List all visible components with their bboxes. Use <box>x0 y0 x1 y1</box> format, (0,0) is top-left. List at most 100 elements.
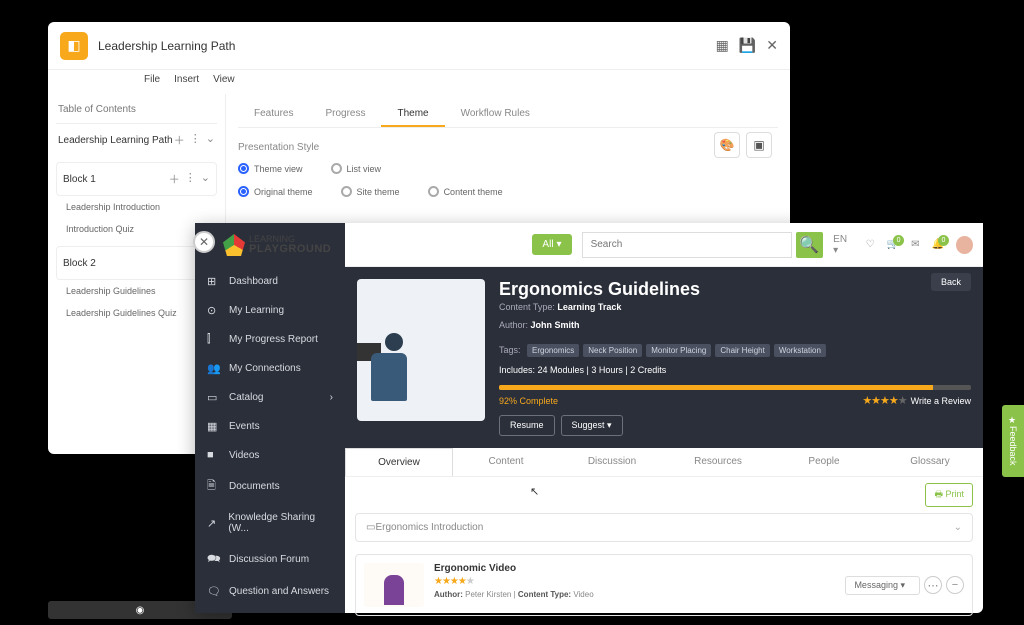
block-item[interactable]: Leadership Guidelines <box>56 280 217 302</box>
save-icon[interactable]: 💾 <box>739 37 756 54</box>
content-item: Ergonomic Video ★★★★★ Author: Peter Kirs… <box>355 554 973 616</box>
close-button[interactable]: ✕ <box>193 231 215 253</box>
mail-icon[interactable]: ✉ <box>911 239 919 250</box>
palette-icon[interactable]: 🎨 <box>714 132 740 158</box>
block-1[interactable]: Block 1 ＋⋮⌄ <box>56 162 217 196</box>
tags-line: Tags: ErgonomicsNeck PositionMonitor Pla… <box>499 338 971 357</box>
lang-selector[interactable]: EN ▾ <box>833 234 854 256</box>
tab-workflow[interactable]: Workflow Rules <box>445 102 546 127</box>
path-row[interactable]: Leadership Learning Path ＋⋮⌄ <box>56 124 217 156</box>
tag[interactable]: Chair Height <box>715 344 769 357</box>
add-icon[interactable]: ＋ <box>169 171 180 187</box>
sidebar-item-2[interactable]: ⫿My Progress Report <box>195 325 345 354</box>
sidebar-item-10[interactable]: 🗨Question and Answers <box>195 577 345 606</box>
item-meta: Author: Peter Kirsten | Content Type: Vi… <box>434 590 835 599</box>
sidebar-item-7[interactable]: 🗎Documents <box>195 469 345 504</box>
tag[interactable]: Ergonomics <box>527 344 579 357</box>
course-title: Ergonomics Guidelines <box>499 279 971 300</box>
editor-title: Leadership Learning Path <box>98 39 235 53</box>
block-2[interactable]: Block 2 ＋ <box>56 246 217 280</box>
item-stars: ★★★★★ <box>434 576 835 587</box>
radio-list-view[interactable]: List view <box>331 163 382 174</box>
playground-window: ✕ LEARNINGPLAYGROUND ⊞Dashboard⊙My Learn… <box>195 223 983 613</box>
all-dropdown[interactable]: All ▾ <box>532 234 571 255</box>
toc-title: Table of Contents <box>56 100 217 124</box>
course-hero: Ergonomics Guidelines Content Type: Lear… <box>345 267 983 448</box>
chevron-right-icon: › <box>330 392 333 403</box>
search-button[interactable]: 🔍 <box>796 232 824 258</box>
write-review-link[interactable]: Write a Review <box>911 396 971 406</box>
ctab-glossary[interactable]: Glossary <box>877 448 983 476</box>
tab-theme[interactable]: Theme <box>381 102 444 127</box>
progress-percent: 92% Complete <box>499 396 558 406</box>
sidebar-item-6[interactable]: ■Videos <box>195 441 345 469</box>
chevron-down-icon[interactable]: ⌄ <box>206 132 215 148</box>
sidebar-item-1[interactable]: ⊙My Learning <box>195 296 345 325</box>
messaging-button[interactable]: Messaging ▾ <box>845 576 920 595</box>
more-icon[interactable]: ⋮ <box>185 171 196 187</box>
cart-icon[interactable]: 🛒0 <box>887 239 899 250</box>
app-icon: ◧ <box>60 32 88 60</box>
editor-header: ◧ Leadership Learning Path ▦ 💾 ✕ <box>48 22 790 70</box>
ctab-discussion[interactable]: Discussion <box>559 448 665 476</box>
ctab-overview[interactable]: Overview <box>345 448 453 476</box>
layout-icon[interactable]: ▣ <box>746 132 772 158</box>
more-button[interactable]: ⋯ <box>924 576 942 594</box>
sidebar-item-9[interactable]: 🗪Discussion Forum <box>195 542 345 577</box>
radio-content-theme[interactable]: Content theme <box>428 186 503 197</box>
block-item[interactable]: Introduction Quiz <box>56 218 217 240</box>
sidebar-item-5[interactable]: ▦Events <box>195 412 345 441</box>
rating-stars: ★★★★★ <box>862 394 906 407</box>
ctab-content[interactable]: Content <box>453 448 559 476</box>
sidebar-item-8[interactable]: ↗Knowledge Sharing (W... <box>195 504 345 542</box>
menu-file[interactable]: File <box>144 74 160 85</box>
content-tabs: OverviewContentDiscussionResourcesPeople… <box>345 448 983 477</box>
more-icon[interactable]: ⋮ <box>190 132 201 148</box>
tag[interactable]: Workstation <box>774 344 826 357</box>
tag[interactable]: Monitor Placing <box>646 344 711 357</box>
radio-theme-view[interactable]: Theme view <box>238 163 303 174</box>
logo-mark <box>223 234 245 256</box>
avatar[interactable] <box>956 236 973 254</box>
chevron-down-icon: ⌄ <box>954 522 962 533</box>
tag[interactable]: Neck Position <box>583 344 642 357</box>
print-button[interactable]: 🖶 Print <box>925 483 973 507</box>
block-item[interactable]: Leadership Introduction <box>56 196 217 218</box>
top-bar: All ▾ 🔍 EN ▾ ♡ 🛒0 ✉ 🔔0 <box>345 223 983 267</box>
course-image <box>357 279 485 421</box>
editor-menu: File Insert View <box>144 74 235 85</box>
sidebar-item-4[interactable]: ▭Catalog› <box>195 383 345 412</box>
main-content: Back Ergonomics Guidelines Content Type:… <box>345 223 983 613</box>
feedback-tab[interactable]: ★ Feedback <box>1002 405 1024 477</box>
suggest-button[interactable]: Suggest ▾ <box>561 415 623 436</box>
close-icon[interactable]: ✕ <box>766 37 778 54</box>
accordion-header[interactable]: ▭ Ergonomics Introduction ⌄ <box>355 513 973 542</box>
menu-insert[interactable]: Insert <box>174 74 199 85</box>
sidebar: ⊞Dashboard⊙My Learning⫿My Progress Repor… <box>195 223 345 613</box>
radio-original-theme[interactable]: Original theme <box>238 186 313 197</box>
tab-progress[interactable]: Progress <box>309 102 381 127</box>
logo[interactable]: LEARNINGPLAYGROUND <box>223 231 331 259</box>
back-button[interactable]: Back <box>931 273 971 291</box>
author-line: Author: John Smith <box>499 320 971 330</box>
includes-line: Includes: 24 Modules | 3 Hours | 2 Credi… <box>499 365 971 375</box>
sidebar-item-0[interactable]: ⊞Dashboard <box>195 267 345 296</box>
item-title: Ergonomic Video <box>434 563 835 574</box>
resume-button[interactable]: Resume <box>499 415 555 436</box>
heart-icon[interactable]: ♡ <box>866 239 875 250</box>
tab-features[interactable]: Features <box>238 102 309 127</box>
chevron-down-icon[interactable]: ⌄ <box>201 171 210 187</box>
editor-tabs: Features Progress Theme Workflow Rules <box>238 102 778 128</box>
add-icon[interactable]: ＋ <box>174 132 185 148</box>
ctab-resources[interactable]: Resources <box>665 448 771 476</box>
minimize-button[interactable]: − <box>946 576 964 594</box>
radio-site-theme[interactable]: Site theme <box>341 186 400 197</box>
grid-icon[interactable]: ▦ <box>716 37 729 54</box>
ctab-people[interactable]: People <box>771 448 877 476</box>
block-item[interactable]: Leadership Guidelines Quiz <box>56 302 217 324</box>
item-thumbnail[interactable] <box>364 563 424 607</box>
bell-icon[interactable]: 🔔0 <box>932 239 944 250</box>
menu-view[interactable]: View <box>213 74 235 85</box>
search-input[interactable] <box>582 232 792 258</box>
sidebar-item-3[interactable]: 👥My Connections <box>195 354 345 383</box>
